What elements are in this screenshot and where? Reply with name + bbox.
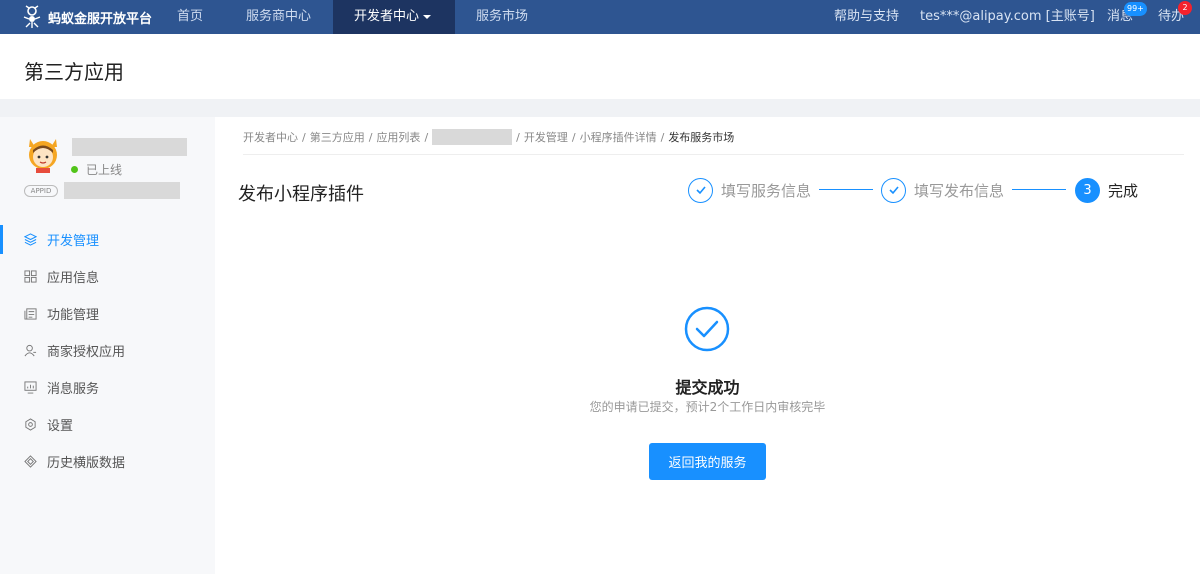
sidebar-item-label: 商家授权应用 — [47, 345, 126, 360]
help-support-link[interactable]: 帮助与支持 — [834, 0, 899, 34]
result-description: 您的申请已提交，预计2个工作日内审核完毕 — [589, 400, 826, 414]
sidebar-item-app-info[interactable]: 应用信息 — [0, 258, 215, 295]
step-label: 填写服务信息 — [721, 181, 812, 200]
ant-logo-icon — [23, 5, 41, 28]
sidebar: 已上线 APPID 开发管理 应用信息 功能管理 商家授权应用 消息服务 设置 — [0, 117, 215, 574]
sidebar-menu: 开发管理 应用信息 功能管理 商家授权应用 消息服务 设置 历史横版数据 — [0, 221, 215, 480]
breadcrumb-app-redacted[interactable] — [432, 129, 513, 145]
user-icon — [24, 344, 37, 357]
layers-icon — [24, 233, 37, 246]
step-label: 完成 — [1108, 181, 1139, 200]
avatar — [29, 139, 57, 173]
status-label: 已上线 — [86, 163, 123, 177]
sidebar-item-label: 设置 — [47, 419, 74, 434]
step-number: 3 — [1075, 177, 1100, 203]
success-check-icon — [684, 306, 730, 352]
brand-logo[interactable]: 蚂蚁金服开放平台 — [22, 0, 152, 34]
nav-developer-center-label: 开发者中心 — [354, 9, 420, 24]
nav-provider-center[interactable]: 服务商中心 — [225, 0, 332, 34]
step-connector — [1012, 189, 1066, 190]
document-stack-icon — [24, 308, 37, 320]
online-status: 已上线 — [71, 161, 122, 178]
sidebar-item-label: 应用信息 — [47, 271, 100, 286]
top-navbar: 蚂蚁金服开放平台 首页 服务商中心 开发者中心 服务市场 帮助与支持 tes**… — [0, 0, 1200, 34]
page-header: 第三方应用 — [0, 34, 1200, 99]
status-dot-icon — [71, 166, 78, 173]
divider — [243, 154, 1184, 155]
step-label: 填写发布信息 — [914, 181, 1005, 200]
section-title: 发布小程序插件 — [238, 184, 364, 205]
check-icon — [688, 177, 713, 203]
layers-icon — [24, 455, 37, 468]
step-connector — [819, 189, 873, 190]
brand-name: 蚂蚁金服开放平台 — [48, 11, 153, 27]
header-separator — [0, 99, 1200, 117]
sidebar-item-message-service[interactable]: 消息服务 — [0, 369, 215, 406]
appid-redacted — [64, 182, 180, 199]
account-menu[interactable]: tes***@alipay.com [主账号] — [920, 0, 1095, 34]
appid-tag: APPID — [24, 185, 58, 197]
sidebar-item-label: 开发管理 — [47, 234, 100, 249]
app-name-redacted — [72, 138, 187, 156]
progress-steps: 填写服务信息 填写发布信息 3 完成 — [688, 177, 1148, 203]
step-1: 填写服务信息 — [688, 177, 811, 203]
breadcrumb-item[interactable]: 开发者中心 — [243, 129, 298, 145]
breadcrumb-current: 发布服务市场 — [668, 131, 735, 144]
breadcrumb: 开发者中心 / 第三方应用 / 应用列表 / / 开发管理 / 小程序插件详情 / 发布服… — [243, 129, 735, 145]
sidebar-item-dev-management[interactable]: 开发管理 — [0, 221, 215, 258]
breadcrumb-item[interactable]: 小程序插件详情 — [580, 129, 657, 145]
sidebar-item-feature-management[interactable]: 功能管理 — [0, 295, 215, 332]
main-content: 开发者中心 / 第三方应用 / 应用列表 / / 开发管理 / 小程序插件详情 / 发布服… — [215, 117, 1200, 574]
breadcrumb-item[interactable]: 第三方应用 — [310, 129, 365, 145]
gear-icon — [25, 418, 36, 431]
breadcrumb-item[interactable]: 开发管理 — [524, 129, 568, 145]
nav-developer-center[interactable]: 开发者中心 — [333, 0, 455, 34]
step-2: 填写发布信息 — [881, 177, 1004, 203]
nav-home[interactable]: 首页 — [156, 0, 224, 34]
todo-badge: 2 — [1178, 1, 1192, 15]
sidebar-item-label: 历史横版数据 — [47, 456, 126, 471]
messages-badge: 99+ — [1124, 2, 1147, 16]
sidebar-item-settings[interactable]: 设置 — [0, 406, 215, 443]
check-icon — [881, 177, 906, 203]
step-3: 3 完成 — [1075, 177, 1138, 203]
grid-icon — [24, 270, 37, 283]
back-to-my-services-button[interactable]: 返回我的服务 — [649, 443, 766, 480]
sidebar-item-label: 消息服务 — [47, 382, 100, 397]
result-title: 提交成功 — [675, 378, 740, 397]
nav-service-market[interactable]: 服务市场 — [455, 0, 549, 34]
sidebar-item-label: 功能管理 — [47, 308, 100, 323]
sidebar-item-merchant-auth[interactable]: 商家授权应用 — [0, 332, 215, 369]
sidebar-item-history-data[interactable]: 历史横版数据 — [0, 443, 215, 480]
page-title: 第三方应用 — [24, 60, 124, 84]
monitor-chart-icon — [24, 381, 37, 394]
caret-down-icon — [423, 14, 432, 19]
breadcrumb-item[interactable]: 应用列表 — [376, 129, 420, 145]
